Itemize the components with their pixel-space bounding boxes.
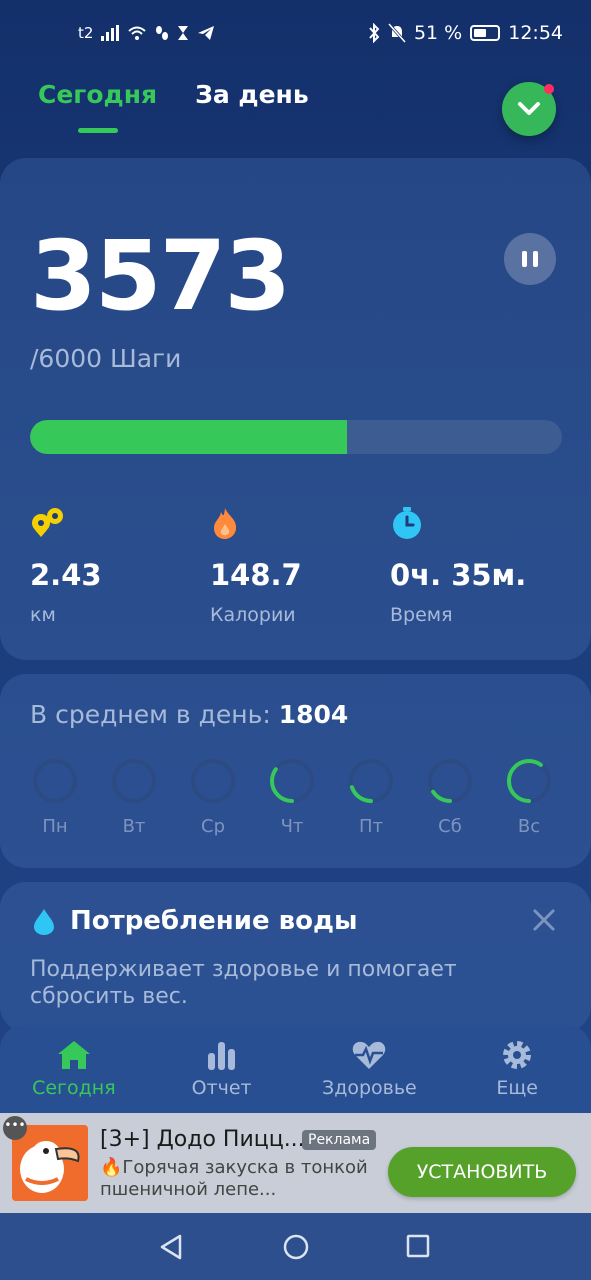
day-progress-ring xyxy=(349,759,393,803)
bluetooth-icon xyxy=(369,23,380,43)
day-ring-item[interactable]: Пн xyxy=(32,758,78,837)
water-drop-icon xyxy=(34,909,54,935)
close-icon[interactable] xyxy=(532,908,556,932)
distance-value: 2.43 xyxy=(30,558,102,592)
stat-distance: 2.43 км xyxy=(30,506,200,626)
bottom-navigation: Сегодня Отчет Здоровье Еще xyxy=(0,1025,591,1115)
battery-icon xyxy=(470,25,501,41)
weekly-average-card: В среднем в день: 1804 Пн Вт Ср Чт Пт Сб Вс xyxy=(0,674,591,868)
step-progress-fill xyxy=(30,420,347,454)
home-icon xyxy=(57,1041,90,1069)
top-tabs: Сегодня За день xyxy=(38,80,309,109)
status-bar: t2 51 % 12:54 xyxy=(0,0,591,70)
day-label: Вт xyxy=(122,816,146,837)
chevron-down-icon xyxy=(518,102,540,115)
notification-dot xyxy=(544,84,554,94)
day-progress-ring xyxy=(507,759,551,803)
day-label: Сб xyxy=(438,816,462,837)
timer-icon xyxy=(393,507,421,539)
day-ring-item[interactable]: Чт xyxy=(269,758,315,837)
day-ring-track xyxy=(112,759,156,803)
day-progress-ring xyxy=(191,759,235,803)
bar-chart-icon xyxy=(207,1042,235,1070)
signal-icon xyxy=(101,25,120,41)
calories-value: 148.7 xyxy=(210,558,302,592)
day-label: Пн xyxy=(42,816,68,837)
nav-health-label: Здоровье xyxy=(322,1077,417,1099)
time-value: 0ч. 35м. xyxy=(390,558,527,592)
fire-icon xyxy=(214,508,237,539)
telegram-icon xyxy=(198,26,215,40)
status-right: 51 % 12:54 xyxy=(368,22,563,44)
water-description: Поддерживает здоровье и помогает сбросит… xyxy=(30,957,457,1009)
pause-icon-bar-left xyxy=(522,251,527,267)
home-circle-icon[interactable] xyxy=(282,1233,310,1261)
wifi-icon xyxy=(128,26,147,40)
day-progress-ring xyxy=(33,759,77,803)
nav-report[interactable]: Отчет xyxy=(152,1025,292,1115)
day-progress-ring xyxy=(428,759,472,803)
footsteps-icon xyxy=(156,26,169,40)
day-label: Ср xyxy=(201,816,225,837)
check-button[interactable] xyxy=(502,82,556,136)
day-ring-item[interactable]: Сб xyxy=(427,758,473,837)
step-goal: /6000 Шаги xyxy=(30,344,182,373)
distance-icon xyxy=(32,508,63,537)
battery-percent: 51 % xyxy=(413,22,463,44)
pause-button[interactable] xyxy=(504,233,556,285)
tab-today[interactable]: Сегодня xyxy=(38,80,157,109)
day-ring-track xyxy=(191,759,235,803)
day-label: Вс xyxy=(517,816,541,837)
active-tab-indicator xyxy=(78,128,118,133)
day-label: Чт xyxy=(280,816,304,837)
back-icon[interactable] xyxy=(158,1233,184,1261)
status-left: t2 xyxy=(78,24,215,42)
nav-report-label: Отчет xyxy=(191,1077,252,1099)
average-label: В среднем в день: xyxy=(30,700,279,729)
average-line: В среднем в день: 1804 xyxy=(30,700,348,729)
steps-card: 3573 /6000 Шаги 2.43 км 148.7 Калории 0ч… xyxy=(0,158,591,660)
day-ring-item[interactable]: Вт xyxy=(111,758,157,837)
ad-banner[interactable]: ••• [3+] Додо Пицц... Реклама 🔥Горячая з… xyxy=(0,1113,591,1213)
ad-options-button[interactable]: ••• xyxy=(3,1116,27,1140)
clock: 12:54 xyxy=(508,22,563,44)
nav-today-label: Сегодня xyxy=(32,1077,116,1099)
nav-more[interactable]: Еще xyxy=(447,1025,587,1115)
bell-off-icon xyxy=(387,23,406,43)
day-progress-ring xyxy=(270,759,314,803)
distance-label: км xyxy=(30,604,56,626)
step-count: 3573 xyxy=(30,220,291,332)
carrier-label: t2 xyxy=(78,24,94,42)
heart-pulse-icon xyxy=(353,1041,386,1069)
ad-title: [3+] Додо Пицц... xyxy=(100,1127,305,1152)
time-label: Время xyxy=(390,604,453,626)
step-progress-bar xyxy=(30,420,562,454)
hourglass-icon xyxy=(178,26,189,40)
day-ring-item[interactable]: Пт xyxy=(348,758,394,837)
nav-health[interactable]: Здоровье xyxy=(299,1025,439,1115)
average-value: 1804 xyxy=(278,700,349,729)
nav-more-label: Еще xyxy=(496,1077,538,1099)
day-label: Пт xyxy=(358,816,384,837)
pause-icon-bar-right xyxy=(533,251,538,267)
ad-install-button[interactable]: УСТАНОВИТЬ xyxy=(388,1147,576,1197)
day-ring-item[interactable]: Вс xyxy=(506,758,552,837)
stat-time: 0ч. 35м. Время xyxy=(390,506,560,626)
water-card[interactable]: Потребление воды Поддерживает здоровье и… xyxy=(0,882,591,1032)
week-days: Пн Вт Ср Чт Пт Сб Вс xyxy=(32,758,552,837)
nav-today[interactable]: Сегодня xyxy=(4,1025,144,1115)
day-ring-track xyxy=(33,759,77,803)
recents-icon[interactable] xyxy=(405,1233,431,1261)
day-progress-ring xyxy=(112,759,156,803)
tab-per-day[interactable]: За день xyxy=(195,80,309,109)
gear-icon xyxy=(503,1041,532,1069)
stat-calories: 148.7 Калории xyxy=(210,506,380,626)
system-navigation-bar xyxy=(0,1213,591,1280)
ad-description: 🔥Горячая закуска в тонкой пшеничной лепе… xyxy=(100,1157,368,1200)
ad-badge: Реклама xyxy=(302,1130,377,1150)
water-title: Потребление воды xyxy=(70,906,358,936)
calories-label: Калории xyxy=(210,604,296,626)
day-ring-item[interactable]: Ср xyxy=(190,758,236,837)
